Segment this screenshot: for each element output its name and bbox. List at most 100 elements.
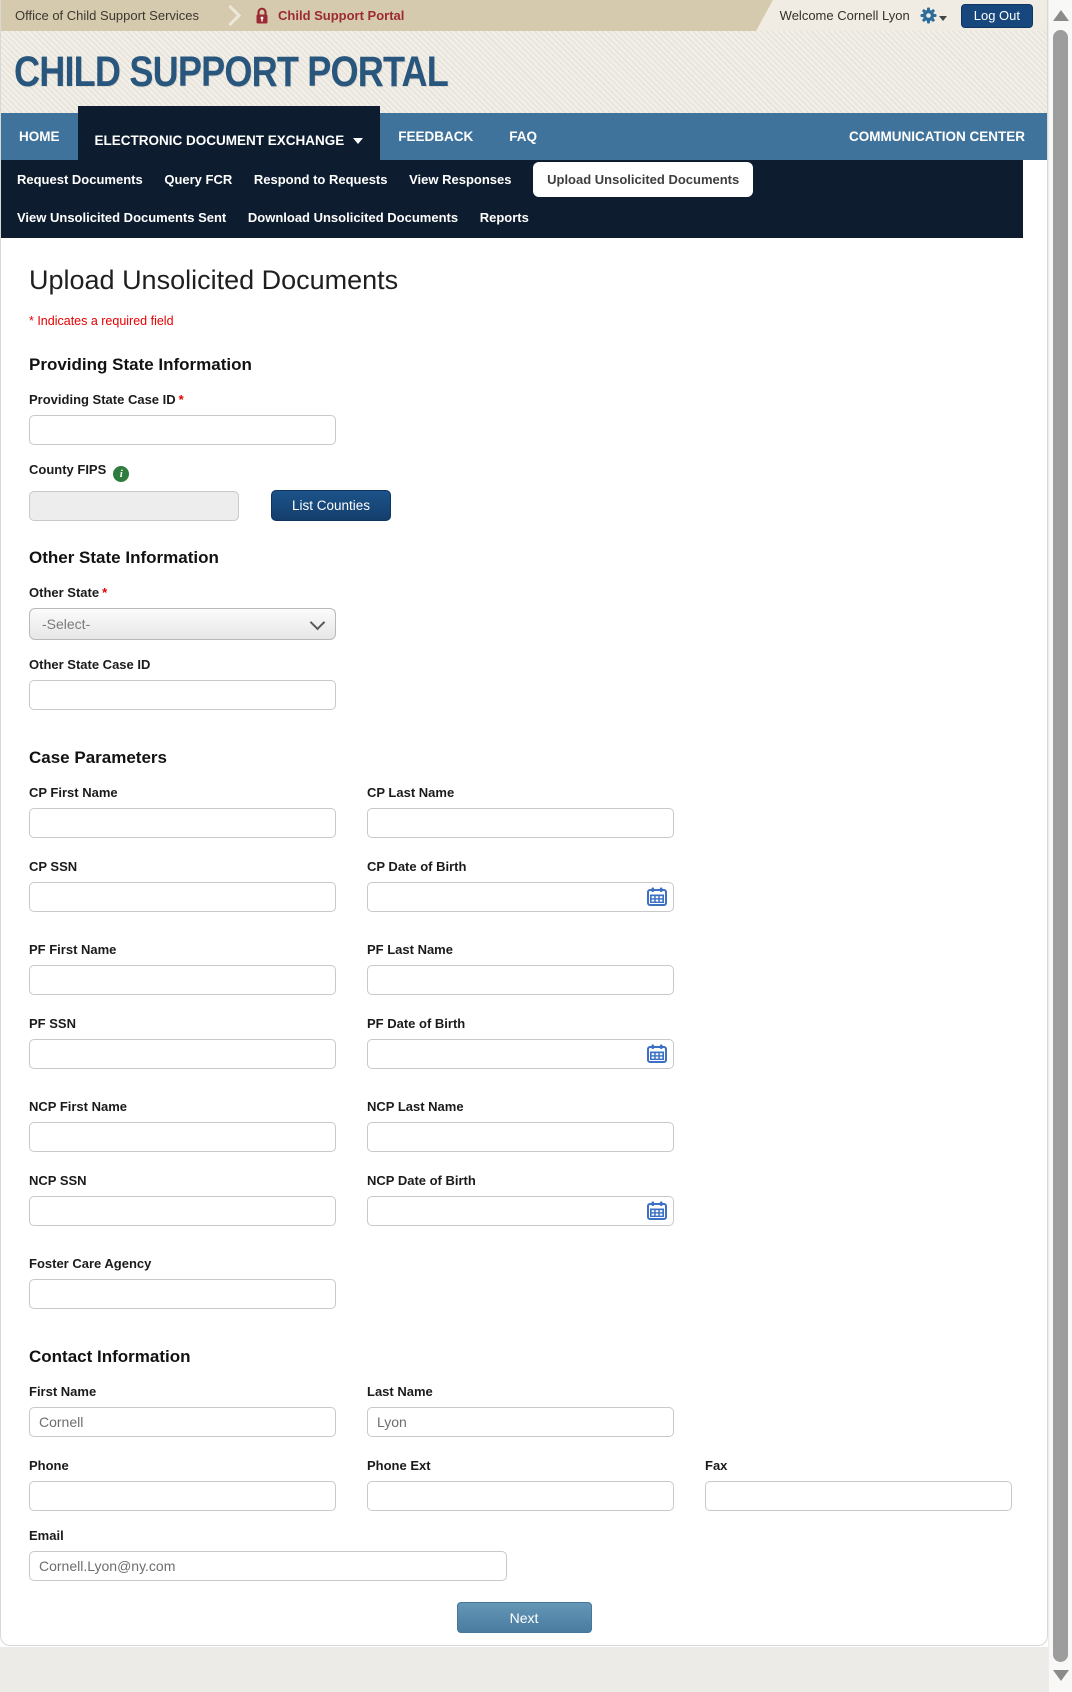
breadcrumb-separator-chevron-icon [220, 5, 241, 26]
ncp-dob-input[interactable] [367, 1196, 674, 1226]
required-field-note: * Indicates a required field [29, 314, 1019, 328]
caret-down-icon [939, 16, 947, 21]
nav-item-faq[interactable]: FAQ [491, 113, 555, 160]
list-counties-button[interactable]: List Counties [271, 490, 391, 521]
label-text: Other State [29, 585, 99, 600]
page-title: Upload Unsolicited Documents [29, 265, 1019, 296]
nav-item-electronic-document-exchange[interactable]: ELECTRONIC DOCUMENT EXCHANGE [78, 106, 381, 167]
cp-dob-label: CP Date of Birth [367, 859, 674, 874]
section-heading-other-state: Other State Information [29, 548, 1019, 568]
next-button[interactable]: Next [457, 1602, 592, 1633]
county-fips-input [29, 491, 239, 521]
county-fips-label: County FIPS i [29, 462, 1019, 482]
subnav-item-reports[interactable]: Reports [480, 210, 529, 225]
info-icon[interactable]: i [113, 466, 129, 482]
label-text: County FIPS [29, 462, 106, 477]
phone-ext-label: Phone Ext [367, 1458, 674, 1473]
email-input[interactable] [29, 1551, 507, 1581]
cp-ssn-label: CP SSN [29, 859, 336, 874]
cp-last-name-input[interactable] [367, 808, 674, 838]
providing-state-case-id-input[interactable] [29, 415, 336, 445]
nav-item-communication-center[interactable]: COMMUNICATION CENTER [849, 113, 1047, 160]
required-asterisk: * [179, 392, 184, 407]
cp-dob-input[interactable] [367, 882, 674, 912]
calendar-icon[interactable] [647, 887, 667, 907]
foster-care-agency-label: Foster Care Agency [29, 1256, 336, 1271]
cp-first-name-input[interactable] [29, 808, 336, 838]
welcome-user-text: Welcome Cornell Lyon [780, 8, 910, 23]
arrow-down-icon[interactable] [1053, 1670, 1069, 1681]
section-heading-contact-information: Contact Information [29, 1347, 1019, 1367]
required-asterisk: * [102, 585, 107, 600]
section-heading-providing-state: Providing State Information [29, 355, 1019, 375]
ncp-last-name-label: NCP Last Name [367, 1099, 674, 1114]
cp-last-name-label: CP Last Name [367, 785, 674, 800]
pf-ssn-input[interactable] [29, 1039, 336, 1069]
ncp-first-name-label: NCP First Name [29, 1099, 336, 1114]
ncp-ssn-input[interactable] [29, 1196, 336, 1226]
calendar-icon[interactable] [647, 1201, 667, 1221]
contact-first-name-label: First Name [29, 1384, 336, 1399]
fax-label: Fax [705, 1458, 1012, 1473]
other-state-case-id-label: Other State Case ID [29, 657, 1019, 672]
page-content: Upload Unsolicited Documents * Indicates… [1, 265, 1047, 1633]
subnav-item-respond-to-requests[interactable]: Respond to Requests [254, 172, 388, 187]
sub-navigation: Request Documents Query FCR Respond to R… [1, 160, 1023, 238]
other-state-label: Other State* [29, 585, 1019, 600]
subnav-item-upload-unsolicited-documents[interactable]: Upload Unsolicited Documents [533, 162, 753, 197]
calendar-icon[interactable] [647, 1044, 667, 1064]
ncp-dob-label: NCP Date of Birth [367, 1173, 674, 1188]
nav-item-label: ELECTRONIC DOCUMENT EXCHANGE [95, 133, 345, 148]
pf-first-name-input[interactable] [29, 965, 336, 995]
scrollbar-thumb[interactable] [1053, 30, 1068, 1662]
subnav-item-download-unsolicited-documents[interactable]: Download Unsolicited Documents [248, 210, 458, 225]
cp-first-name-label: CP First Name [29, 785, 336, 800]
pf-first-name-label: PF First Name [29, 942, 336, 957]
breadcrumb-root-link[interactable]: Office of Child Support Services [15, 8, 199, 23]
subnav-item-query-fcr[interactable]: Query FCR [164, 172, 232, 187]
arrow-up-icon[interactable] [1053, 10, 1069, 21]
nav-item-feedback[interactable]: FEEDBACK [380, 113, 491, 160]
main-navigation: HOME ELECTRONIC DOCUMENT EXCHANGE FEEDBA… [1, 113, 1047, 160]
ncp-last-name-input[interactable] [367, 1122, 674, 1152]
phone-label: Phone [29, 1458, 336, 1473]
foster-care-agency-input[interactable] [29, 1279, 336, 1309]
phone-ext-input[interactable] [367, 1481, 674, 1511]
pf-dob-label: PF Date of Birth [367, 1016, 674, 1031]
main-panel: Office of Child Support Services Child S… [0, 0, 1048, 1646]
top-utility-bar: Office of Child Support Services Child S… [1, 0, 1047, 31]
logout-button[interactable]: Log Out [961, 4, 1033, 28]
contact-last-name-label: Last Name [367, 1384, 674, 1399]
pf-last-name-label: PF Last Name [367, 942, 674, 957]
subnav-item-view-responses[interactable]: View Responses [409, 172, 511, 187]
subnav-item-view-unsolicited-documents-sent[interactable]: View Unsolicited Documents Sent [17, 210, 226, 225]
site-logo: CHILD SUPPORT PORTAL [14, 48, 448, 97]
other-state-select[interactable]: -Select- [29, 608, 336, 640]
cp-ssn-input[interactable] [29, 882, 336, 912]
pf-last-name-input[interactable] [367, 965, 674, 995]
lock-icon [254, 7, 270, 25]
ncp-ssn-label: NCP SSN [29, 1173, 336, 1188]
ncp-first-name-input[interactable] [29, 1122, 336, 1152]
fax-input[interactable] [705, 1481, 1012, 1511]
contact-last-name-input[interactable] [367, 1407, 674, 1437]
other-state-case-id-input[interactable] [29, 680, 336, 710]
breadcrumb-current-link[interactable]: Child Support Portal [278, 8, 404, 23]
gear-icon [920, 7, 937, 24]
email-label: Email [29, 1528, 1019, 1543]
settings-menu-button[interactable] [920, 7, 947, 24]
caret-down-icon [353, 138, 363, 144]
section-heading-case-parameters: Case Parameters [29, 748, 1019, 768]
pf-dob-input[interactable] [367, 1039, 674, 1069]
brand-band: CHILD SUPPORT PORTAL [1, 31, 1047, 113]
label-text: Providing State Case ID [29, 392, 176, 407]
phone-input[interactable] [29, 1481, 336, 1511]
page-footer-strip [0, 1647, 1048, 1692]
providing-state-case-id-label: Providing State Case ID* [29, 392, 1019, 407]
chevron-down-icon [310, 614, 326, 630]
subnav-item-request-documents[interactable]: Request Documents [17, 172, 143, 187]
nav-item-home[interactable]: HOME [1, 113, 78, 160]
scrollbar-track[interactable] [1048, 0, 1072, 1692]
contact-first-name-input[interactable] [29, 1407, 336, 1437]
select-selected-value: -Select- [42, 616, 90, 632]
